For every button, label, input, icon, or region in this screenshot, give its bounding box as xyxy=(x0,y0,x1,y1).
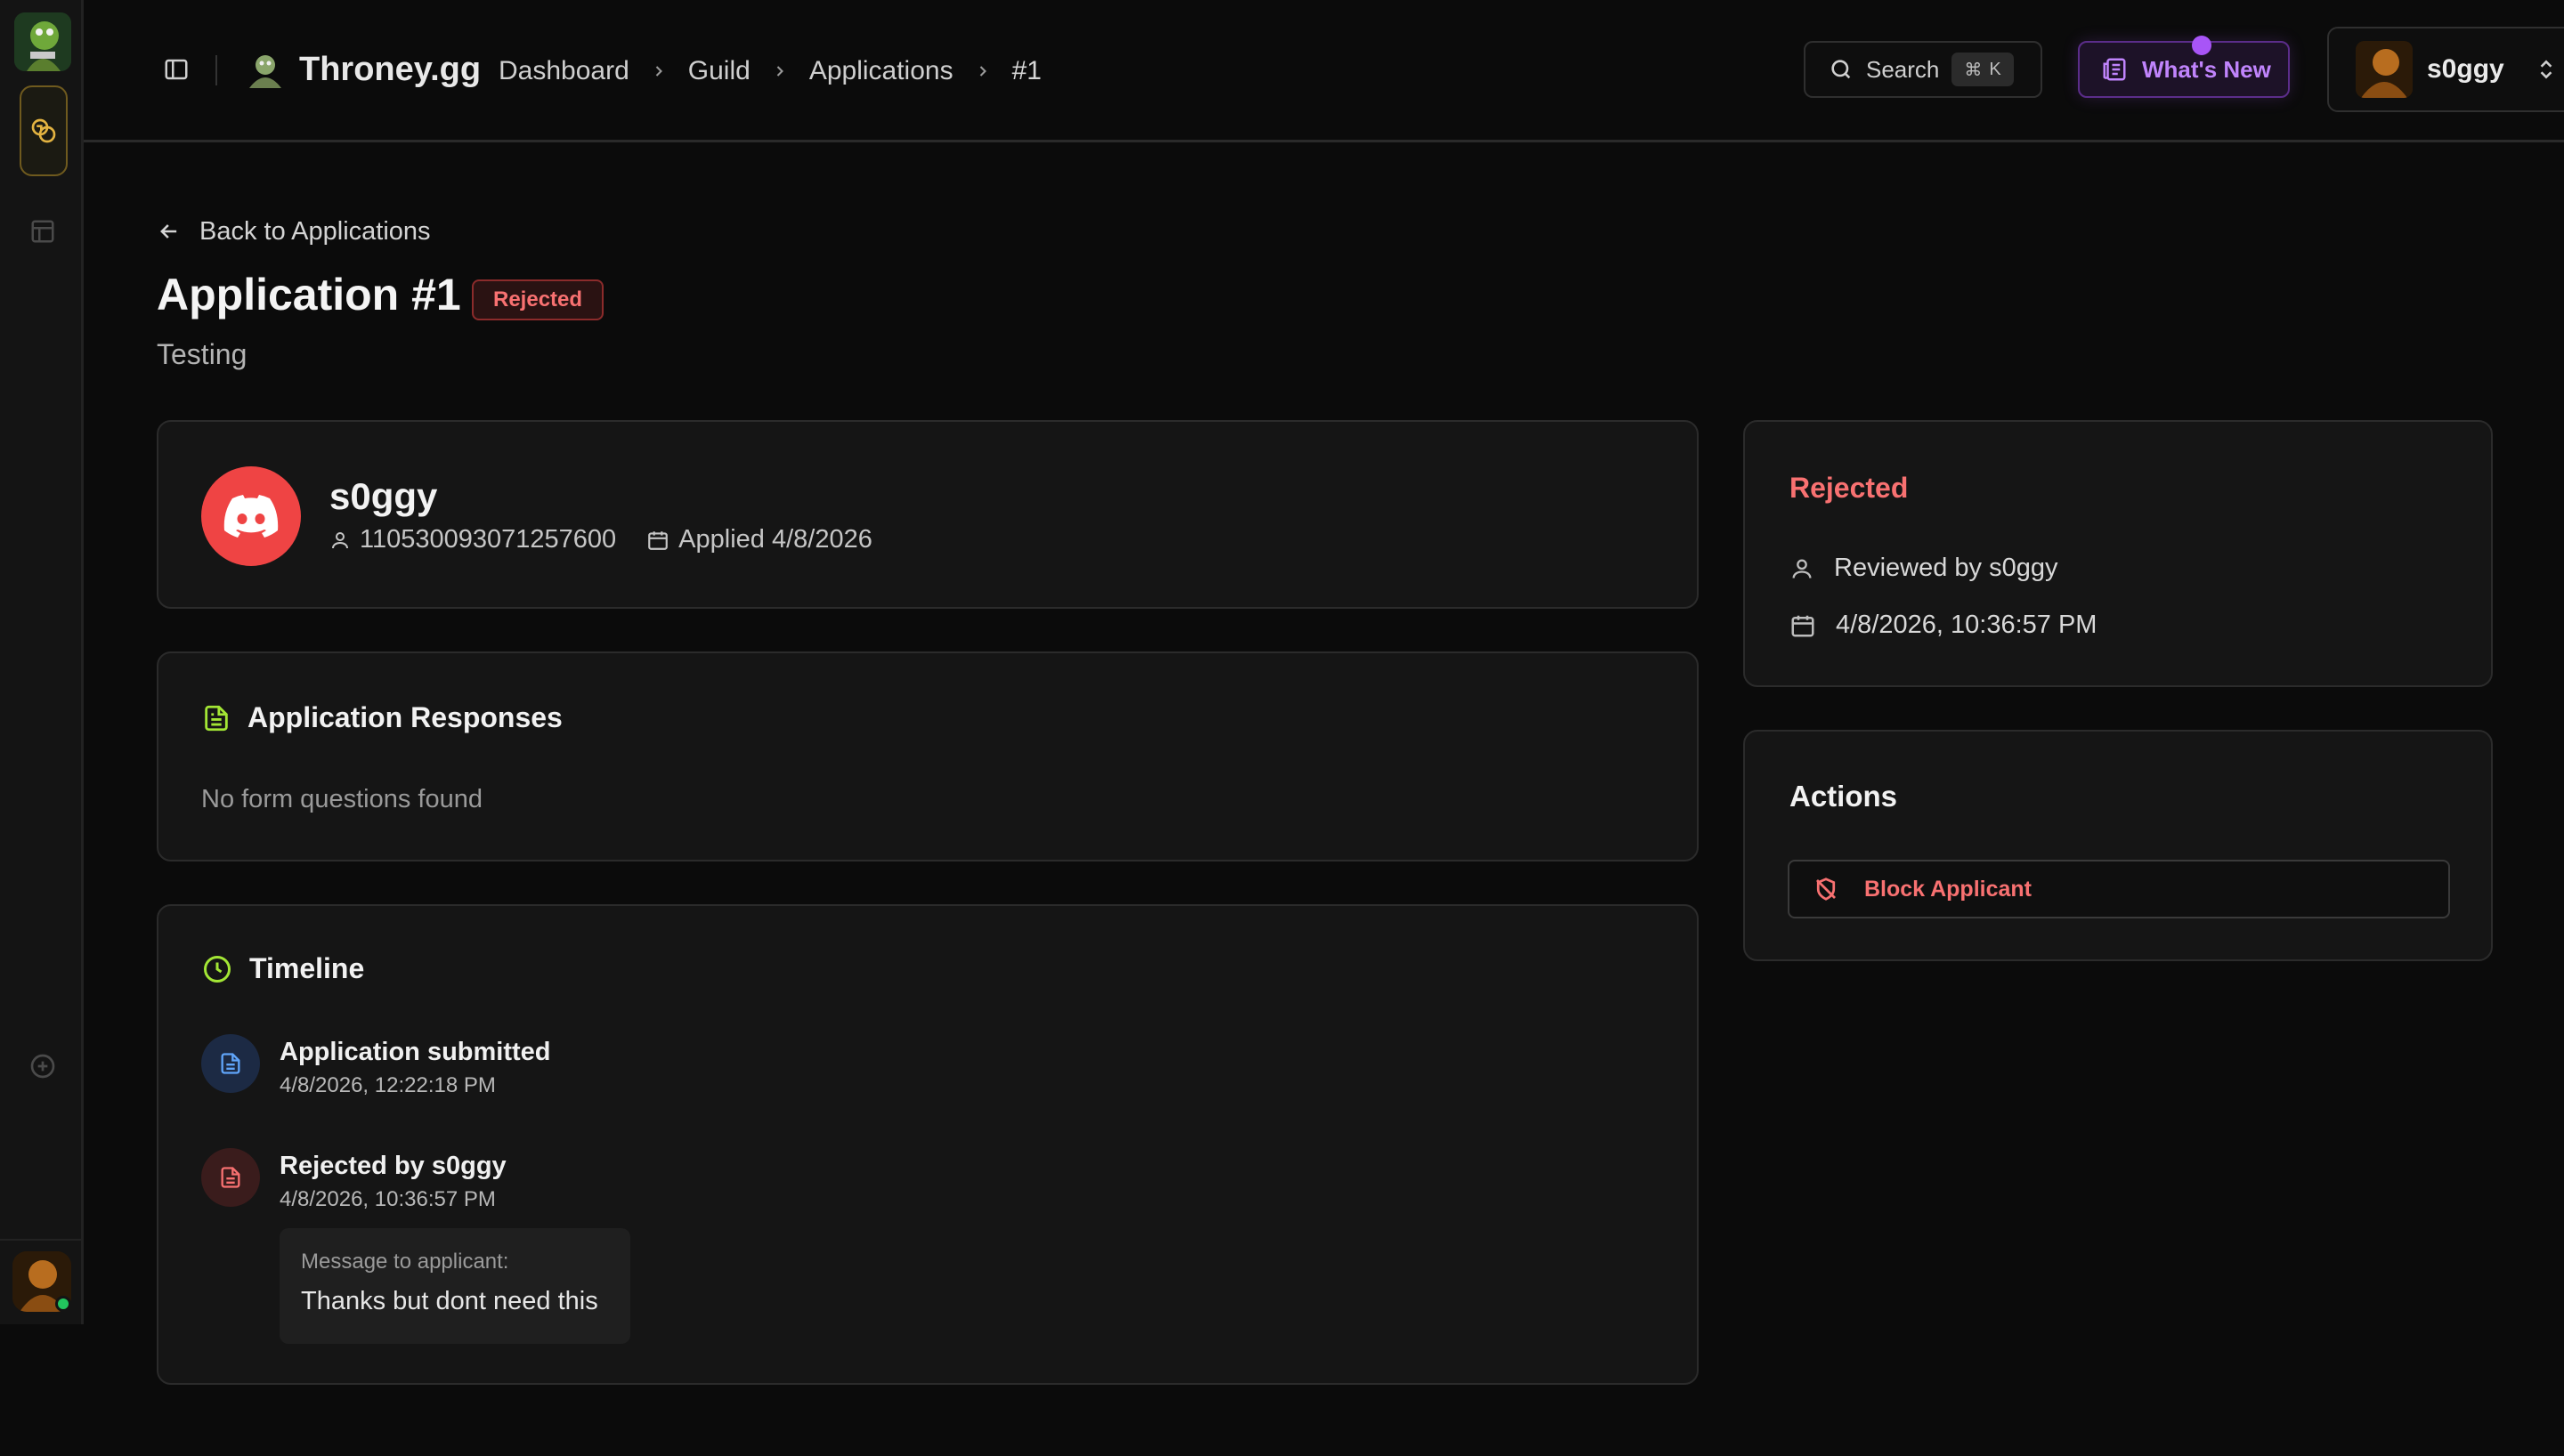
breadcrumb-applications[interactable]: Applications xyxy=(809,56,953,86)
applicant-id-value: 110530093071257600 xyxy=(360,525,617,554)
breadcrumb-current: #1 xyxy=(1011,56,1042,85)
search-label: Search xyxy=(1866,55,1940,83)
timeline-heading: Timeline xyxy=(201,952,364,985)
actions-title: Actions xyxy=(1789,780,1898,813)
chevron-right-icon xyxy=(629,62,688,80)
search-button[interactable]: Search ⌘ K xyxy=(1804,41,2042,98)
online-status-dot xyxy=(55,1296,71,1312)
brand-logo-icon xyxy=(244,49,285,90)
timeline-event-time: 4/8/2026, 12:22:18 PM xyxy=(280,1073,496,1097)
reviewed-at-text: 4/8/2026, 10:36:57 PM xyxy=(1836,611,2097,639)
top-header: Throney.gg Dashboard Guild Applications … xyxy=(84,0,2564,142)
command-key-symbol: ⌘ xyxy=(1964,60,1983,80)
arrow-left-icon xyxy=(157,219,182,244)
add-server-icon[interactable] xyxy=(16,1039,69,1093)
responses-heading: Application Responses xyxy=(201,701,563,734)
applicant-message-box: Message to applicant: Thanks but dont ne… xyxy=(280,1228,630,1344)
user-menu-button[interactable]: s0ggy xyxy=(2327,27,2564,112)
timeline-event-title: Application submitted xyxy=(280,1038,551,1066)
review-status-card: Rejected Reviewed by s0ggy 4/8/2026, 10:… xyxy=(1743,420,2493,687)
header-divider xyxy=(215,55,217,85)
layout-icon[interactable] xyxy=(16,205,69,258)
timeline-card: Timeline Application submitted 4/8/2026,… xyxy=(157,904,1699,1385)
chevron-right-icon xyxy=(953,62,1012,80)
server-rail xyxy=(0,0,84,1324)
brand-name: Throney.gg xyxy=(299,50,482,88)
review-status: Rejected xyxy=(1789,472,1909,504)
message-text: Thanks but dont need this xyxy=(301,1287,598,1315)
reviewed-by-text: Reviewed by s0ggy xyxy=(1834,554,2058,582)
newspaper-icon xyxy=(2101,56,2128,83)
chevrons-up-down-icon xyxy=(2535,56,2558,83)
calendar-icon xyxy=(646,529,669,552)
timeline-event-time: 4/8/2026, 10:36:57 PM xyxy=(280,1187,496,1211)
submitted-file-icon xyxy=(201,1034,260,1093)
shortcut-key: K xyxy=(1989,59,2001,79)
file-text-icon xyxy=(201,702,231,734)
breadcrumb: Dashboard Guild Applications #1 xyxy=(499,52,1042,91)
timeline-event-title: Rejected by s0ggy xyxy=(280,1152,507,1180)
block-applicant-label: Block Applicant xyxy=(1864,876,2032,902)
breadcrumb-guild[interactable]: Guild xyxy=(688,56,751,86)
rail-divider xyxy=(0,1239,81,1241)
clock-icon xyxy=(201,953,233,985)
breadcrumb-dashboard[interactable]: Dashboard xyxy=(499,56,629,86)
chevron-right-icon xyxy=(751,62,809,80)
guild-icon-active[interactable] xyxy=(20,85,68,176)
empty-responses-text: No form questions found xyxy=(201,785,483,813)
page-subtitle: Testing xyxy=(157,338,247,370)
brand[interactable]: Throney.gg xyxy=(244,46,481,93)
rejected-file-icon xyxy=(201,1148,260,1207)
applicant-card: s0ggy 110530093071257600 Applied 4/8/202… xyxy=(157,420,1699,609)
block-applicant-button[interactable]: Block Applicant xyxy=(1788,860,2450,918)
user-icon xyxy=(1789,556,1814,581)
whats-new-button[interactable]: What's New xyxy=(2078,41,2290,98)
application-responses-card: Application Responses No form questions … xyxy=(157,651,1699,861)
responses-heading-label: Application Responses xyxy=(247,701,563,733)
shield-off-icon xyxy=(1813,876,1839,902)
reviewed-by-row: Reviewed by s0ggy xyxy=(1789,554,2057,583)
back-to-applications-link[interactable]: Back to Applications xyxy=(157,214,431,249)
app-logo[interactable] xyxy=(14,12,71,71)
timeline-heading-label: Timeline xyxy=(249,952,365,984)
applied-date: Applied 4/8/2026 xyxy=(646,525,872,554)
notification-dot xyxy=(2192,36,2211,55)
calendar-icon xyxy=(1789,612,1816,639)
search-shortcut: ⌘ K xyxy=(1951,53,2014,86)
user-icon xyxy=(329,530,351,551)
applicant-meta: 110530093071257600 Applied 4/8/2026 xyxy=(329,525,903,554)
search-icon xyxy=(1829,57,1854,82)
sidebar-toggle-icon[interactable] xyxy=(157,50,196,89)
applied-date-value: Applied 4/8/2026 xyxy=(678,525,872,554)
message-label: Message to applicant: xyxy=(301,1250,509,1274)
applicant-name: s0ggy xyxy=(329,475,438,517)
reviewed-at-row: 4/8/2026, 10:36:57 PM xyxy=(1789,611,2097,640)
user-name: s0ggy xyxy=(2427,54,2504,84)
applicant-id: 110530093071257600 xyxy=(329,525,616,554)
user-avatar xyxy=(2356,41,2413,98)
status-badge: Rejected xyxy=(472,279,604,320)
whats-new-label: What's New xyxy=(2142,55,2271,83)
actions-card: Actions Block Applicant xyxy=(1743,730,2493,961)
back-label: Back to Applications xyxy=(199,216,431,246)
discord-icon xyxy=(201,466,301,566)
page-title: Application #1 xyxy=(157,270,461,320)
